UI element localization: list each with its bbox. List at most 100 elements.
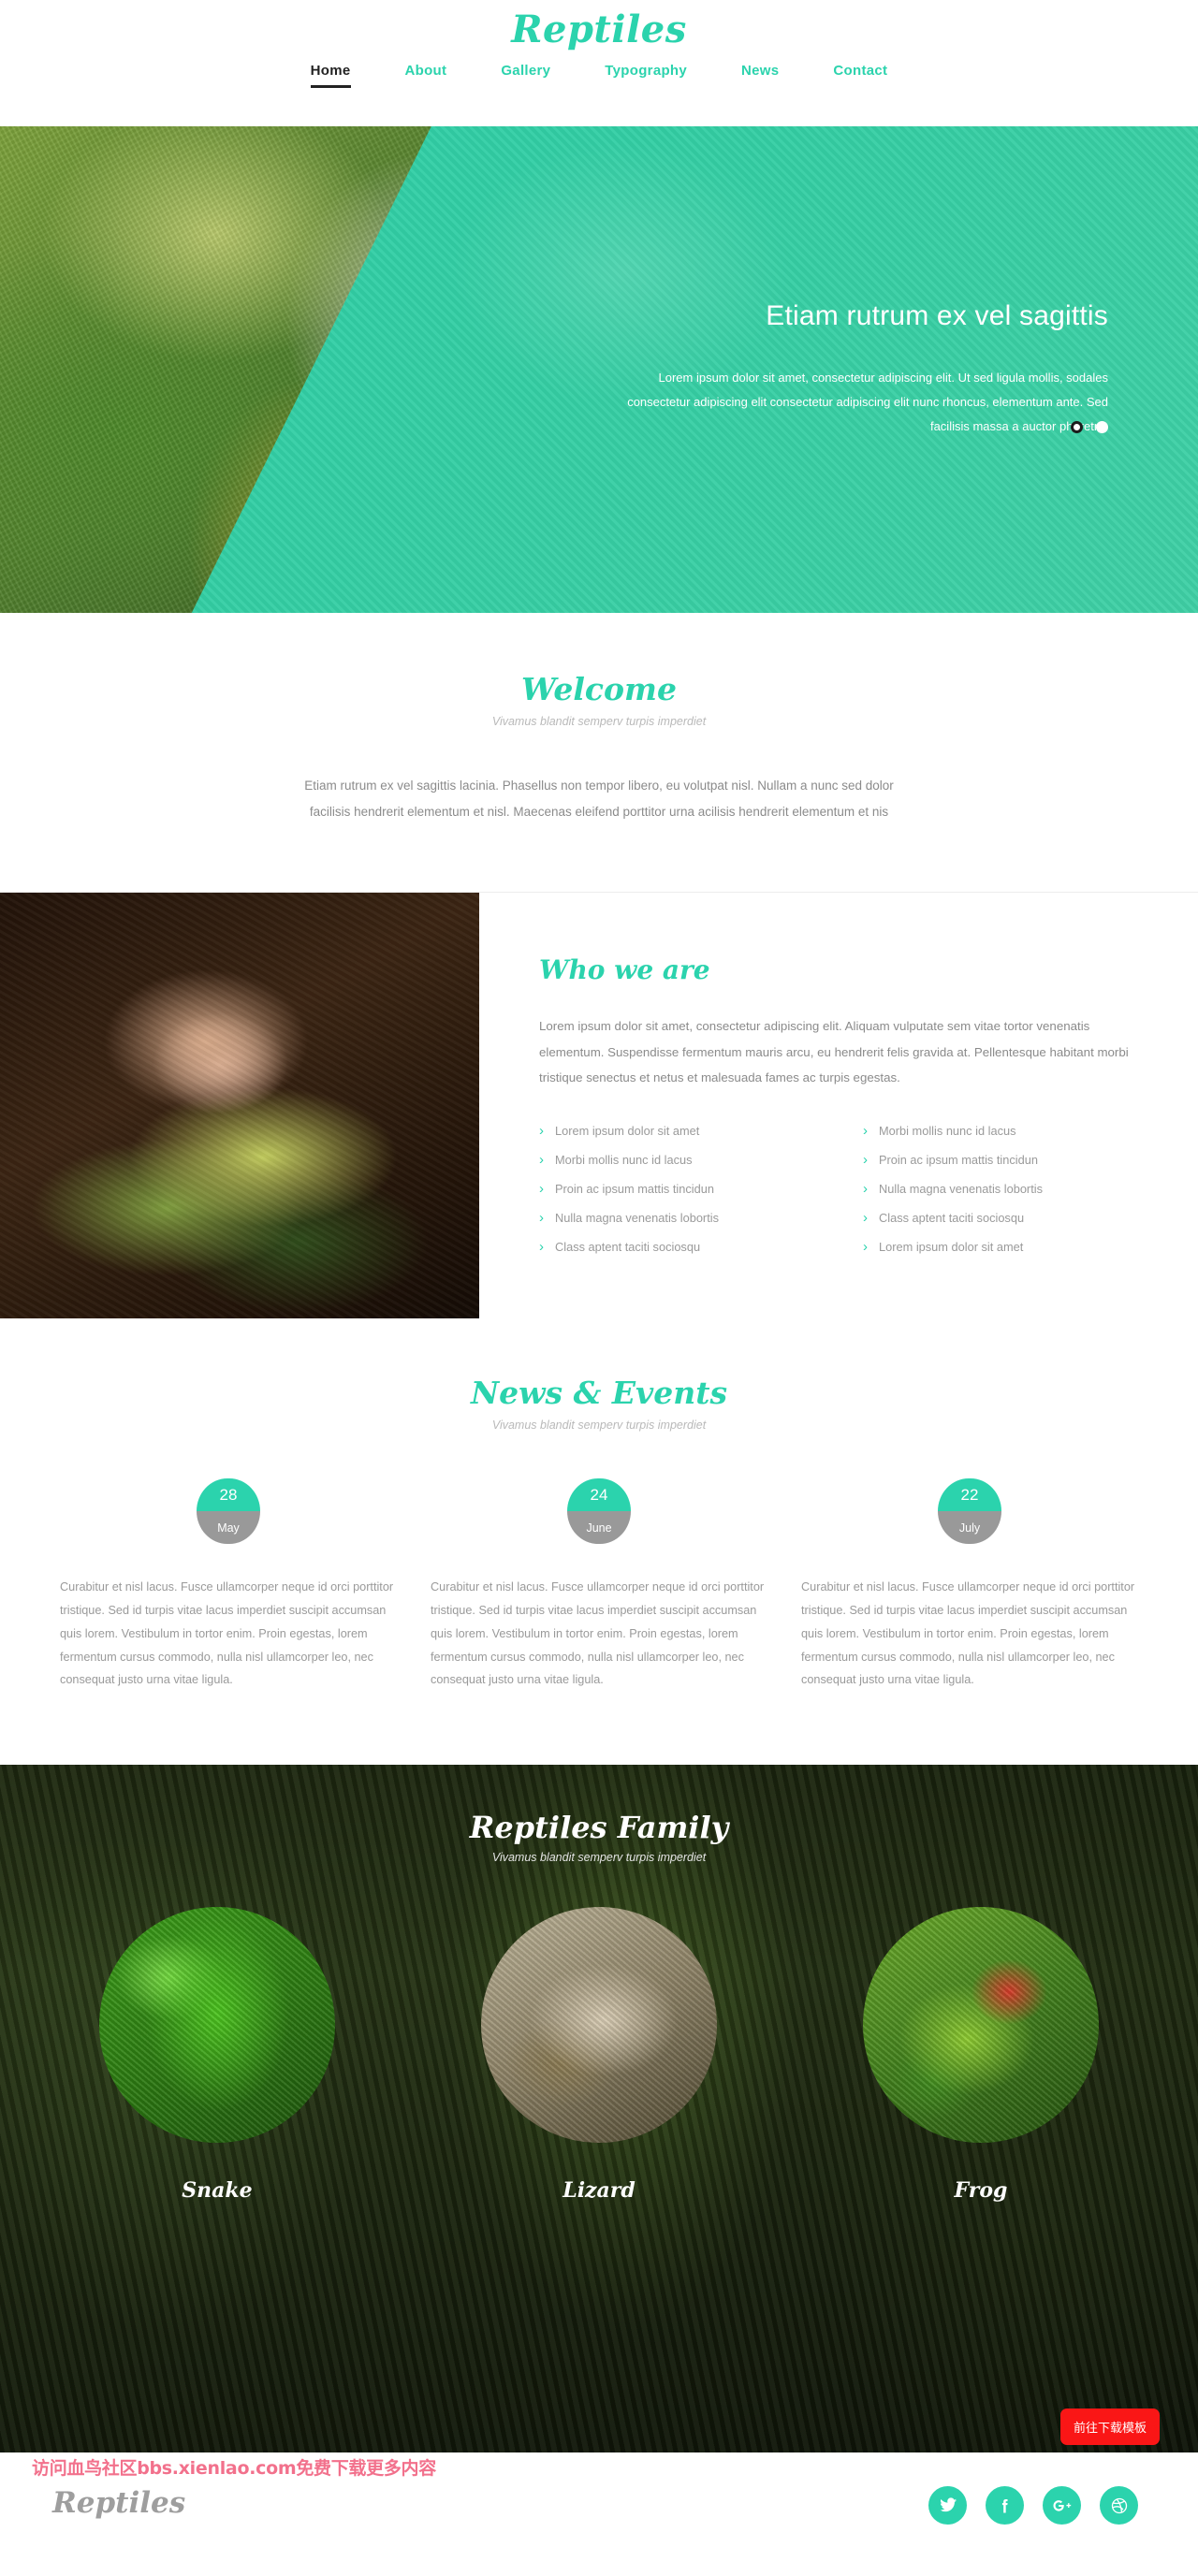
who-we-are-content: Who we are Lorem ipsum dolor sit amet, c… bbox=[479, 893, 1198, 1318]
family-card-frog[interactable]: Frog bbox=[801, 1907, 1161, 2203]
chevron-right-icon: › bbox=[863, 1181, 868, 1198]
news-subtitle: Vivamus blandit semperv turpis imperdiet bbox=[491, 1419, 707, 1433]
site-brand-logo[interactable]: Reptiles bbox=[0, 0, 1198, 51]
twitter-icon[interactable] bbox=[928, 2486, 967, 2525]
news-and-events-section: News & Events Vivamus blandit semperv tu… bbox=[0, 1318, 1198, 1766]
hero-slider-dot-1[interactable] bbox=[1071, 421, 1083, 433]
list-item[interactable]: › Proin ac ipsum mattis tincidun bbox=[863, 1145, 1140, 1174]
nav-item-about[interactable]: About bbox=[405, 63, 447, 88]
news-grid: 28 May Curabitur et nisl lacus. Fusce ul… bbox=[0, 1478, 1198, 1692]
hero-slider-dots bbox=[1071, 421, 1108, 433]
list-item-label: Morbi mollis nunc id lacus bbox=[555, 1153, 693, 1168]
news-date-badge: 24 June bbox=[567, 1478, 631, 1545]
family-title: Reptiles Family bbox=[469, 1810, 729, 1846]
family-card-snake[interactable]: Snake bbox=[37, 1907, 397, 2203]
who-we-are-photo-green-snake bbox=[0, 893, 479, 1319]
list-item[interactable]: › Nulla magna venenatis lobortis bbox=[539, 1203, 816, 1232]
news-date-month: June bbox=[567, 1511, 631, 1545]
family-photo-lizard bbox=[481, 1907, 717, 2144]
welcome-title: Welcome bbox=[521, 671, 677, 707]
list-item-label: Nulla magna venenatis lobortis bbox=[555, 1211, 719, 1226]
download-template-button[interactable]: 前往下载模板 bbox=[1059, 2409, 1160, 2446]
news-card-text: Curabitur et nisl lacus. Fusce ullamcorp… bbox=[801, 1580, 1135, 1687]
list-item-label: Class aptent taciti sociosqu bbox=[555, 1240, 701, 1255]
family-label-lizard: Lizard bbox=[562, 2178, 636, 2204]
list-item-label: Nulla magna venenatis lobortis bbox=[879, 1182, 1043, 1197]
news-header: News & Events Vivamus blandit semperv tu… bbox=[0, 1375, 1198, 1432]
who-we-are-list-left: › Lorem ipsum dolor sit amet › Morbi molli… bbox=[539, 1116, 816, 1261]
site-header: Reptiles Home About Gallery Typography N… bbox=[0, 0, 1198, 126]
news-card-text: Curabitur et nisl lacus. Fusce ullamcorp… bbox=[60, 1580, 394, 1687]
welcome-body-text: Etiam rutrum ex vel sagittis lacinia. Ph… bbox=[304, 779, 894, 819]
news-date-badge: 22 July bbox=[938, 1478, 1001, 1545]
list-item-label: Proin ac ipsum mattis tincidun bbox=[555, 1182, 714, 1197]
welcome-subtitle: Vivamus blandit semperv turpis imperdiet bbox=[491, 715, 707, 728]
family-label-snake: Snake bbox=[182, 2178, 253, 2204]
footer-logo[interactable]: Reptiles bbox=[52, 2486, 185, 2520]
list-item[interactable]: › Nulla magna venenatis lobortis bbox=[863, 1174, 1140, 1203]
chevron-right-icon: › bbox=[863, 1152, 868, 1169]
list-item[interactable]: › Lorem ipsum dolor sit amet bbox=[863, 1232, 1140, 1261]
nav-item-news[interactable]: News bbox=[741, 63, 779, 88]
nav-item-gallery[interactable]: Gallery bbox=[501, 63, 550, 88]
list-item[interactable]: › Class aptent taciti sociosqu bbox=[539, 1232, 816, 1261]
news-date-day: 28 bbox=[197, 1478, 260, 1512]
hero-content: Etiam rutrum ex vel sagittis Lorem ipsum… bbox=[509, 126, 1108, 613]
family-photo-frog bbox=[863, 1907, 1099, 2144]
chevron-right-icon: › bbox=[863, 1239, 868, 1256]
news-card-text: Curabitur et nisl lacus. Fusce ullamcorp… bbox=[431, 1580, 765, 1687]
hero-description: Lorem ipsum dolor sit amet, consectetur … bbox=[627, 371, 1108, 433]
family-subtitle: Vivamus blandit semperv turpis imperdiet bbox=[491, 1851, 707, 1865]
social-links bbox=[928, 2486, 1138, 2525]
facebook-icon[interactable] bbox=[986, 2486, 1024, 2525]
news-date-badge: 28 May bbox=[197, 1478, 260, 1545]
dribbble-icon[interactable] bbox=[1100, 2486, 1138, 2525]
who-we-are-list-right: › Morbi mollis nunc id lacus › Proin ac ip… bbox=[863, 1116, 1140, 1261]
family-header: Reptiles Family Vivamus blandit semperv … bbox=[0, 1765, 1198, 1864]
family-card-lizard[interactable]: Lizard bbox=[419, 1907, 779, 2203]
news-date-month: July bbox=[938, 1511, 1001, 1545]
news-date-day: 24 bbox=[567, 1478, 631, 1512]
hero-title: Etiam rutrum ex vel sagittis bbox=[766, 300, 1108, 331]
chevron-right-icon: › bbox=[539, 1123, 544, 1140]
hero-slider: Etiam rutrum ex vel sagittis Lorem ipsum… bbox=[0, 126, 1198, 613]
news-card[interactable]: 22 July Curabitur et nisl lacus. Fusce u… bbox=[801, 1478, 1138, 1692]
nav-item-contact[interactable]: Contact bbox=[833, 63, 887, 88]
chevron-right-icon: › bbox=[863, 1210, 868, 1227]
who-we-are-description: Lorem ipsum dolor sit amet, consectetur … bbox=[539, 1019, 1129, 1084]
news-date-month: May bbox=[197, 1511, 260, 1545]
welcome-section: Welcome Vivamus blandit semperv turpis i… bbox=[0, 613, 1198, 893]
list-item[interactable]: › Morbi mollis nunc id lacus bbox=[863, 1116, 1140, 1145]
who-we-are-section: Who we are Lorem ipsum dolor sit amet, c… bbox=[0, 893, 1198, 1319]
site-footer: 前往下载模板 访问血鸟社区bbs.xienlao.com免费下载更多内容 Rep… bbox=[0, 2409, 1198, 2576]
list-item[interactable]: › Lorem ipsum dolor sit amet bbox=[539, 1116, 816, 1145]
nav-item-home[interactable]: Home bbox=[310, 63, 351, 88]
chevron-right-icon: › bbox=[539, 1210, 544, 1227]
news-date-day: 22 bbox=[938, 1478, 1001, 1512]
watermark-text: 访问血鸟社区bbs.xienlao.com免费下载更多内容 bbox=[32, 2458, 436, 2480]
list-item-label: Morbi mollis nunc id lacus bbox=[879, 1124, 1016, 1139]
news-card[interactable]: 24 June Curabitur et nisl lacus. Fusce u… bbox=[431, 1478, 767, 1692]
reptiles-family-section: Reptiles Family Vivamus blandit semperv … bbox=[0, 1765, 1198, 2453]
google-plus-icon[interactable] bbox=[1043, 2486, 1081, 2525]
who-we-are-lists: › Lorem ipsum dolor sit amet › Morbi molli… bbox=[539, 1116, 1140, 1261]
list-item-label: Lorem ipsum dolor sit amet bbox=[555, 1124, 700, 1139]
chevron-right-icon: › bbox=[539, 1239, 544, 1256]
list-item-label: Class aptent taciti sociosqu bbox=[879, 1211, 1025, 1226]
list-item[interactable]: › Morbi mollis nunc id lacus bbox=[539, 1145, 816, 1174]
list-item-label: Lorem ipsum dolor sit amet bbox=[879, 1240, 1024, 1255]
list-item[interactable]: › Proin ac ipsum mattis tincidun bbox=[539, 1174, 816, 1203]
chevron-right-icon: › bbox=[539, 1181, 544, 1198]
list-item[interactable]: › Class aptent taciti sociosqu bbox=[863, 1203, 1140, 1232]
hero-slider-dot-2[interactable] bbox=[1096, 421, 1108, 433]
who-we-are-title: Who we are bbox=[539, 954, 710, 986]
chevron-right-icon: › bbox=[863, 1123, 868, 1140]
news-card[interactable]: 28 May Curabitur et nisl lacus. Fusce ul… bbox=[60, 1478, 397, 1692]
family-photo-snake bbox=[99, 1907, 335, 2144]
news-title: News & Events bbox=[470, 1375, 728, 1412]
family-label-frog: Frog bbox=[954, 2178, 1008, 2204]
chevron-right-icon: › bbox=[539, 1152, 544, 1169]
main-navigation: Home About Gallery Typography News Conta… bbox=[0, 63, 1198, 88]
nav-item-typography[interactable]: Typography bbox=[605, 63, 687, 88]
family-grid: Snake Lizard Frog bbox=[0, 1864, 1198, 2203]
